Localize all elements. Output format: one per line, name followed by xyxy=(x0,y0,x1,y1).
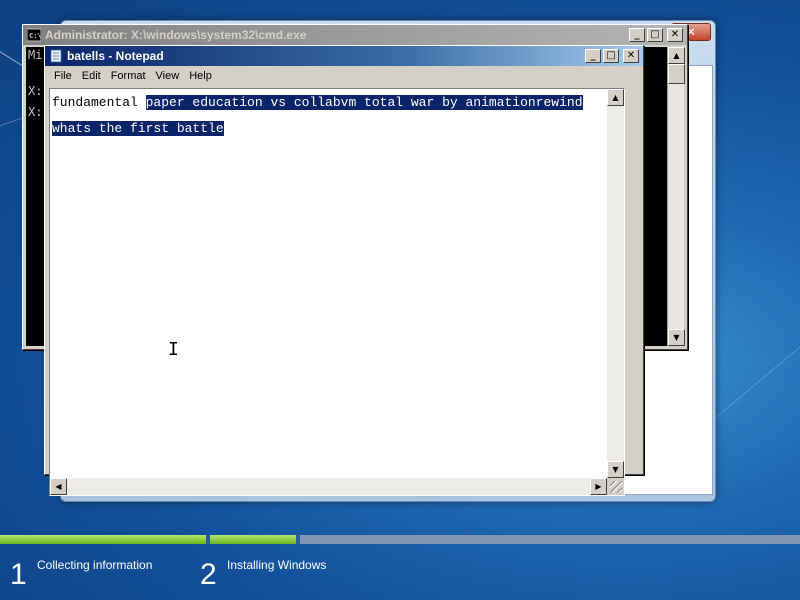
text-cursor-icon: I xyxy=(168,339,179,360)
scroll-up-arrow-icon[interactable]: ▲ xyxy=(607,89,624,106)
menu-edit[interactable]: Edit xyxy=(77,70,106,82)
menu-format[interactable]: Format xyxy=(106,70,151,82)
desktop-streak xyxy=(713,341,800,420)
step-number: 2 xyxy=(200,558,217,591)
cmd-vertical-scrollbar[interactable]: ▲ ▼ xyxy=(667,47,685,346)
console-line: Mi xyxy=(28,48,43,62)
svg-text:C:\: C:\ xyxy=(29,32,41,40)
cmd-titlebar[interactable]: C:\ Administrator: X:\windows\system32\c… xyxy=(23,25,687,45)
document-text[interactable]: fundamental paper education vs collabvm … xyxy=(52,90,604,142)
menu-file[interactable]: File xyxy=(49,70,77,82)
scroll-right-arrow-icon[interactable]: ▶ xyxy=(590,478,607,495)
console-line: X: xyxy=(28,105,43,119)
scroll-left-arrow-icon[interactable]: ◀ xyxy=(50,478,67,495)
menu-view[interactable]: View xyxy=(151,70,185,82)
close-button[interactable]: ✕ xyxy=(667,28,683,42)
cmd-title: Administrator: X:\windows\system32\cmd.e… xyxy=(45,28,307,42)
notepad-icon xyxy=(50,49,62,63)
text-unselected: fundamental xyxy=(52,95,146,110)
maximize-button[interactable]: □ xyxy=(647,28,663,42)
minimize-button[interactable]: _ xyxy=(629,28,645,42)
progress-step-2-fill xyxy=(210,535,296,544)
progress-remaining xyxy=(300,535,800,544)
scroll-up-arrow-icon[interactable]: ▲ xyxy=(668,47,685,64)
step-label: Installing Windows xyxy=(227,558,327,572)
notepad-horizontal-scrollbar[interactable]: ◀ ▶ xyxy=(50,478,607,495)
maximize-button[interactable]: □ xyxy=(603,49,619,63)
step-label: Collecting information xyxy=(37,558,153,572)
notepad-window[interactable]: batells - Notepad _ □ ✕ File Edit Format… xyxy=(44,45,644,496)
setup-progress-bar xyxy=(0,535,800,544)
text-selection: paper education vs collabvm total war by… xyxy=(145,95,583,110)
step-number: 1 xyxy=(10,558,27,591)
text-selection: whats the first battle xyxy=(52,121,224,136)
cmd-icon: C:\ xyxy=(27,28,41,42)
scroll-thumb[interactable] xyxy=(668,64,685,84)
notepad-vertical-scrollbar[interactable]: ▲ ▼ xyxy=(607,89,624,478)
resize-grip-icon[interactable] xyxy=(607,478,624,495)
notepad-titlebar[interactable]: batells - Notepad _ □ ✕ xyxy=(45,46,643,66)
scroll-down-arrow-icon[interactable]: ▼ xyxy=(668,329,685,346)
notepad-menubar: File Edit Format View Help xyxy=(45,66,643,86)
console-line: X: xyxy=(28,84,43,98)
notepad-text-area[interactable]: fundamental paper education vs collabvm … xyxy=(49,88,625,496)
notepad-title: batells - Notepad xyxy=(67,49,164,63)
minimize-button[interactable]: _ xyxy=(585,49,601,63)
menu-help[interactable]: Help xyxy=(184,70,217,82)
progress-step-1-fill xyxy=(0,535,206,544)
close-button[interactable]: ✕ xyxy=(623,49,639,63)
scroll-down-arrow-icon[interactable]: ▼ xyxy=(607,461,624,478)
